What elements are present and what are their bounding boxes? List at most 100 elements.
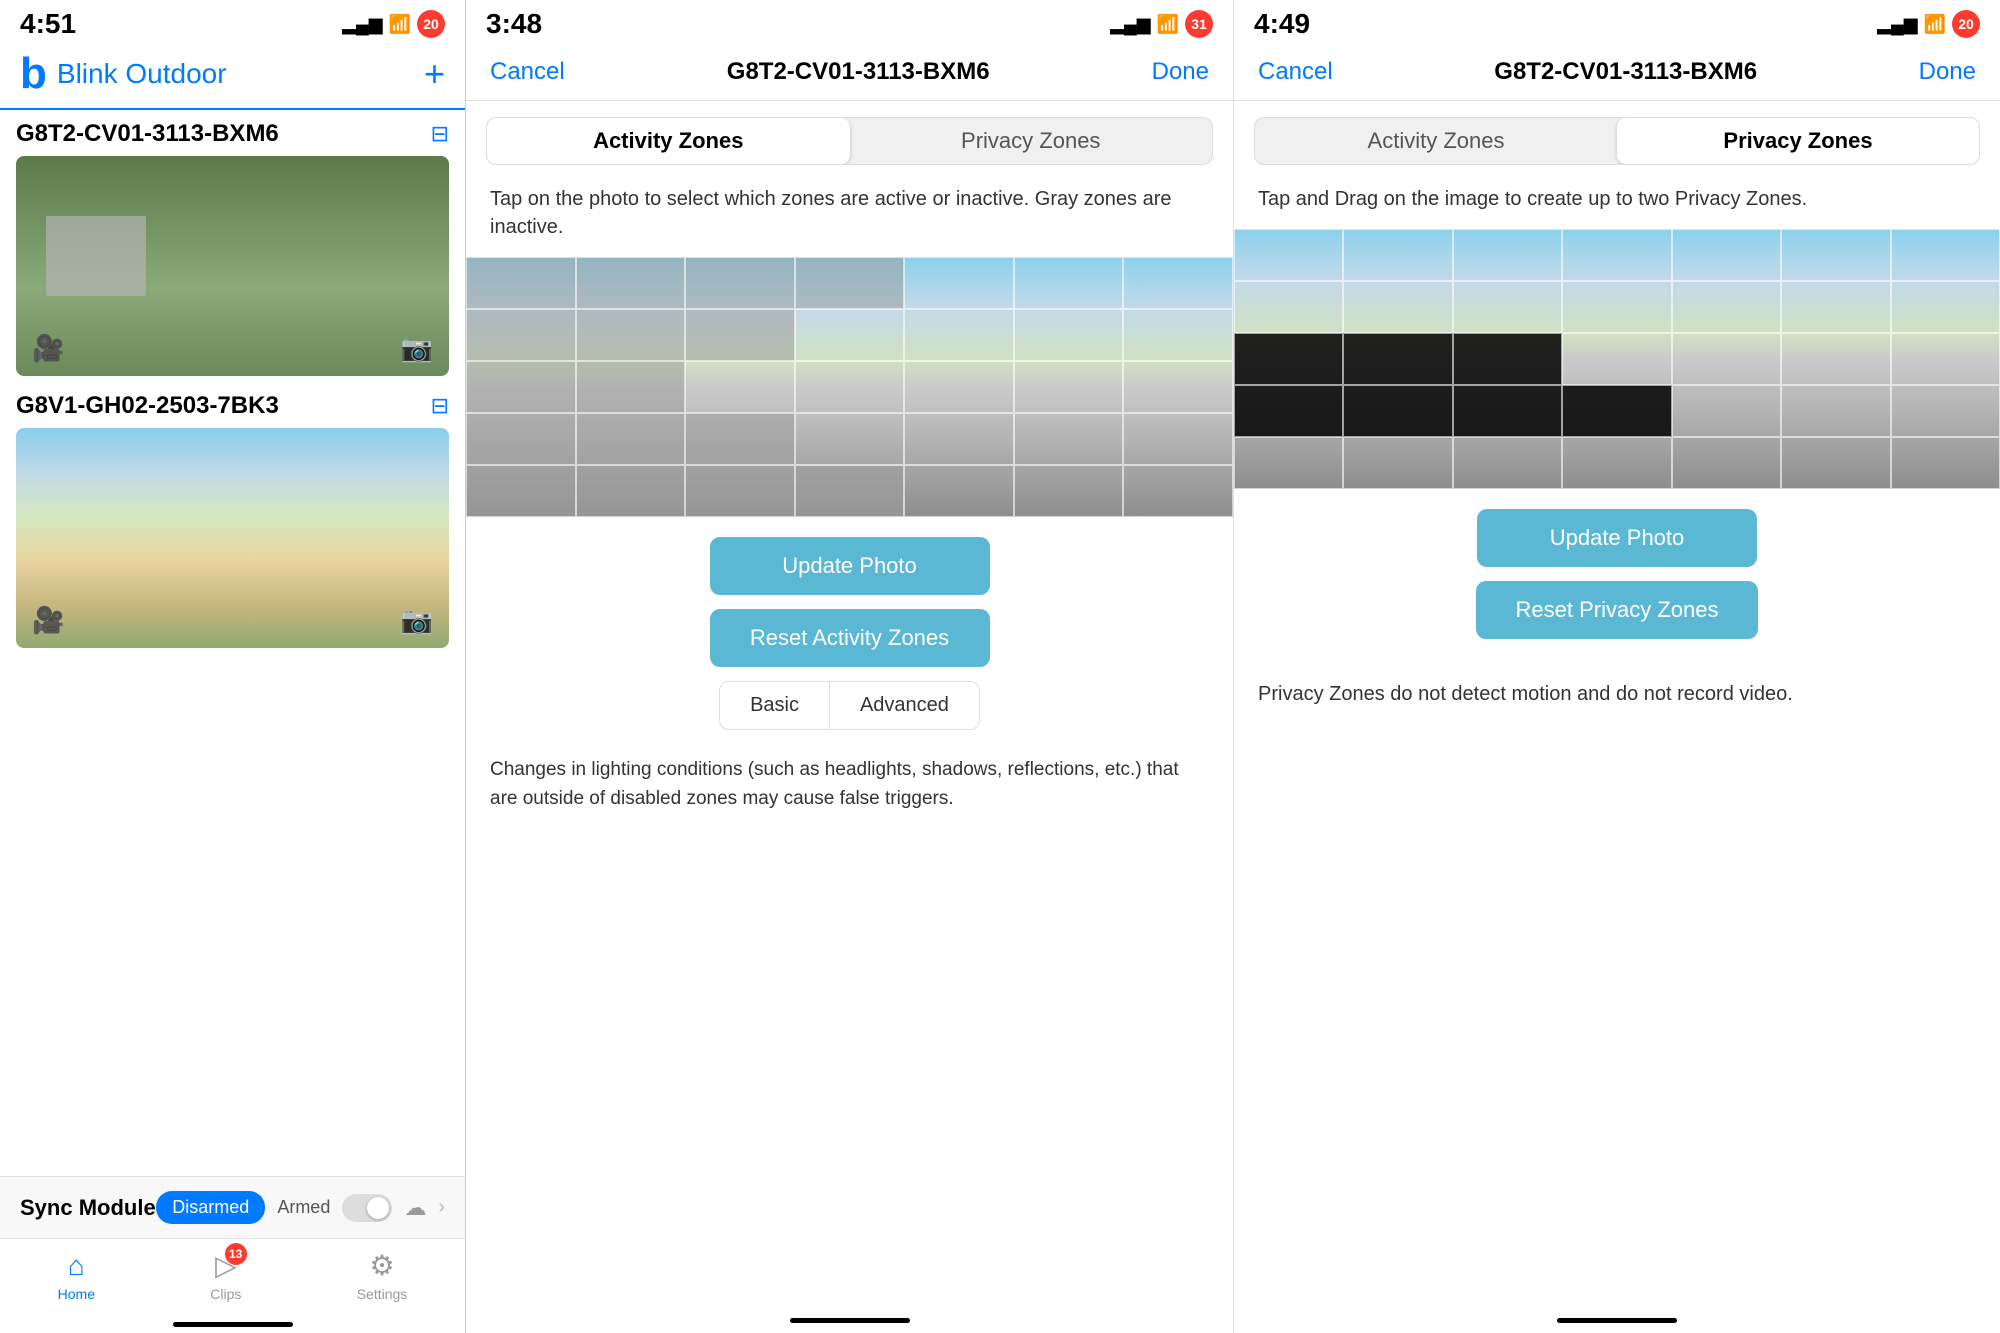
zone-cell-p[interactable] xyxy=(1891,281,2000,333)
zone-cell-p[interactable] xyxy=(1672,281,1781,333)
zone-cell-p[interactable] xyxy=(1234,437,1343,489)
zone-cell-p[interactable] xyxy=(1453,229,1562,281)
zone-cell[interactable] xyxy=(466,465,576,517)
zone-cell[interactable] xyxy=(795,465,905,517)
zone-cell-p[interactable] xyxy=(1781,229,1890,281)
zone-cell[interactable] xyxy=(1123,361,1233,413)
zone-cell-p[interactable] xyxy=(1781,385,1890,437)
zone-cell-p[interactable] xyxy=(1562,229,1671,281)
zone-cell-privacy[interactable] xyxy=(1234,385,1343,437)
zone-cell-privacy[interactable] xyxy=(1453,385,1562,437)
zone-cell[interactable] xyxy=(466,257,576,309)
zone-cell-privacy[interactable] xyxy=(1562,385,1671,437)
zone-cell-p[interactable] xyxy=(1672,333,1781,385)
done-button-2[interactable]: Done xyxy=(1152,58,1209,86)
zone-cell-p[interactable] xyxy=(1781,281,1890,333)
zone-cell-p[interactable] xyxy=(1343,437,1452,489)
filter-icon-1[interactable]: ⊟ xyxy=(431,121,449,147)
zone-cell-p[interactable] xyxy=(1672,437,1781,489)
zone-cell-privacy[interactable] xyxy=(1453,333,1562,385)
zone-cell[interactable] xyxy=(904,257,1014,309)
zone-cell[interactable] xyxy=(904,465,1014,517)
zone-cell[interactable] xyxy=(685,361,795,413)
zone-cell-p[interactable] xyxy=(1234,229,1343,281)
zone-cell[interactable] xyxy=(795,309,905,361)
zone-cell[interactable] xyxy=(685,413,795,465)
zone-cell[interactable] xyxy=(576,413,686,465)
cancel-button-3[interactable]: Cancel xyxy=(1258,58,1333,86)
disarmed-button[interactable]: Disarmed xyxy=(156,1191,265,1224)
advanced-button[interactable]: Advanced xyxy=(830,682,979,729)
zone-cell[interactable] xyxy=(685,465,795,517)
zone-cell[interactable] xyxy=(795,361,905,413)
zone-cell-p[interactable] xyxy=(1672,229,1781,281)
sync-module-bar: Sync Module Disarmed Armed ☁ › xyxy=(0,1176,465,1238)
zone-cell-p[interactable] xyxy=(1891,229,2000,281)
tab-privacy-zones-3[interactable]: Privacy Zones xyxy=(1617,118,1979,164)
zone-cell-p[interactable] xyxy=(1453,437,1562,489)
activity-zone-image[interactable] xyxy=(466,257,1233,517)
zone-cell[interactable] xyxy=(1014,257,1124,309)
zone-cell-p[interactable] xyxy=(1562,281,1671,333)
zone-cell-p[interactable] xyxy=(1234,281,1343,333)
zone-cell[interactable] xyxy=(576,361,686,413)
zone-cell[interactable] xyxy=(1014,309,1124,361)
zone-cell[interactable] xyxy=(1014,465,1124,517)
zone-cell[interactable] xyxy=(466,413,576,465)
zone-cell[interactable] xyxy=(904,413,1014,465)
update-photo-button-3[interactable]: Update Photo xyxy=(1477,509,1757,567)
add-camera-button[interactable]: + xyxy=(424,53,445,95)
zone-cell[interactable] xyxy=(466,309,576,361)
tab-activity-zones-2[interactable]: Activity Zones xyxy=(487,118,850,164)
tab-privacy-zones-2[interactable]: Privacy Zones xyxy=(850,118,1213,164)
zone-cell-p[interactable] xyxy=(1672,385,1781,437)
zone-cell[interactable] xyxy=(1123,413,1233,465)
privacy-zone-image[interactable] xyxy=(1234,229,2000,489)
zone-cell[interactable] xyxy=(1014,361,1124,413)
zone-cell-p[interactable] xyxy=(1453,281,1562,333)
snapshot-icon-2[interactable]: 📷 xyxy=(401,605,433,636)
arm-toggle[interactable] xyxy=(342,1194,392,1222)
nav-item-home[interactable]: ⌂ Home xyxy=(58,1250,95,1302)
done-button-3[interactable]: Done xyxy=(1919,58,1976,86)
zone-cell-privacy[interactable] xyxy=(1234,333,1343,385)
zone-cell-p[interactable] xyxy=(1781,437,1890,489)
armed-button[interactable]: Armed xyxy=(277,1197,330,1218)
zone-cell-p[interactable] xyxy=(1781,333,1890,385)
reset-privacy-zones-button[interactable]: Reset Privacy Zones xyxy=(1476,581,1759,639)
zone-cell[interactable] xyxy=(1014,413,1124,465)
zone-cell-p[interactable] xyxy=(1343,281,1452,333)
zone-cell[interactable] xyxy=(795,413,905,465)
filter-icon-2[interactable]: ⊟ xyxy=(431,393,449,419)
zone-cell[interactable] xyxy=(576,309,686,361)
zone-cell-privacy[interactable] xyxy=(1343,333,1452,385)
zone-cell[interactable] xyxy=(904,361,1014,413)
zone-cell-p[interactable] xyxy=(1562,437,1671,489)
snapshot-icon-1[interactable]: 📷 xyxy=(401,333,433,364)
zone-cell-p[interactable] xyxy=(1343,229,1452,281)
zone-cell[interactable] xyxy=(576,257,686,309)
zone-cell[interactable] xyxy=(795,257,905,309)
zone-cell-privacy[interactable] xyxy=(1343,385,1452,437)
nav-item-clips[interactable]: ▷ 13 Clips xyxy=(210,1249,241,1302)
zone-cell[interactable] xyxy=(904,309,1014,361)
zone-cell[interactable] xyxy=(466,361,576,413)
zone-cell-p[interactable] xyxy=(1891,437,2000,489)
zone-cell-p[interactable] xyxy=(1891,385,2000,437)
zone-cell[interactable] xyxy=(1123,465,1233,517)
zone-cell[interactable] xyxy=(1123,257,1233,309)
nav-item-settings[interactable]: ⚙ Settings xyxy=(357,1249,408,1302)
reset-activity-zones-button[interactable]: Reset Activity Zones xyxy=(710,609,990,667)
zone-cell[interactable] xyxy=(1123,309,1233,361)
basic-button[interactable]: Basic xyxy=(720,682,830,729)
zone-cell-p[interactable] xyxy=(1562,333,1671,385)
camera-thumbnail-2[interactable]: 🎥 📷 xyxy=(16,428,449,648)
tab-activity-zones-3[interactable]: Activity Zones xyxy=(1255,118,1617,164)
camera-thumbnail-1[interactable]: 🎥 📷 xyxy=(16,156,449,376)
zone-cell[interactable] xyxy=(685,257,795,309)
cancel-button-2[interactable]: Cancel xyxy=(490,58,565,86)
zone-cell[interactable] xyxy=(685,309,795,361)
zone-cell[interactable] xyxy=(576,465,686,517)
update-photo-button-2[interactable]: Update Photo xyxy=(710,537,990,595)
zone-cell-p[interactable] xyxy=(1891,333,2000,385)
